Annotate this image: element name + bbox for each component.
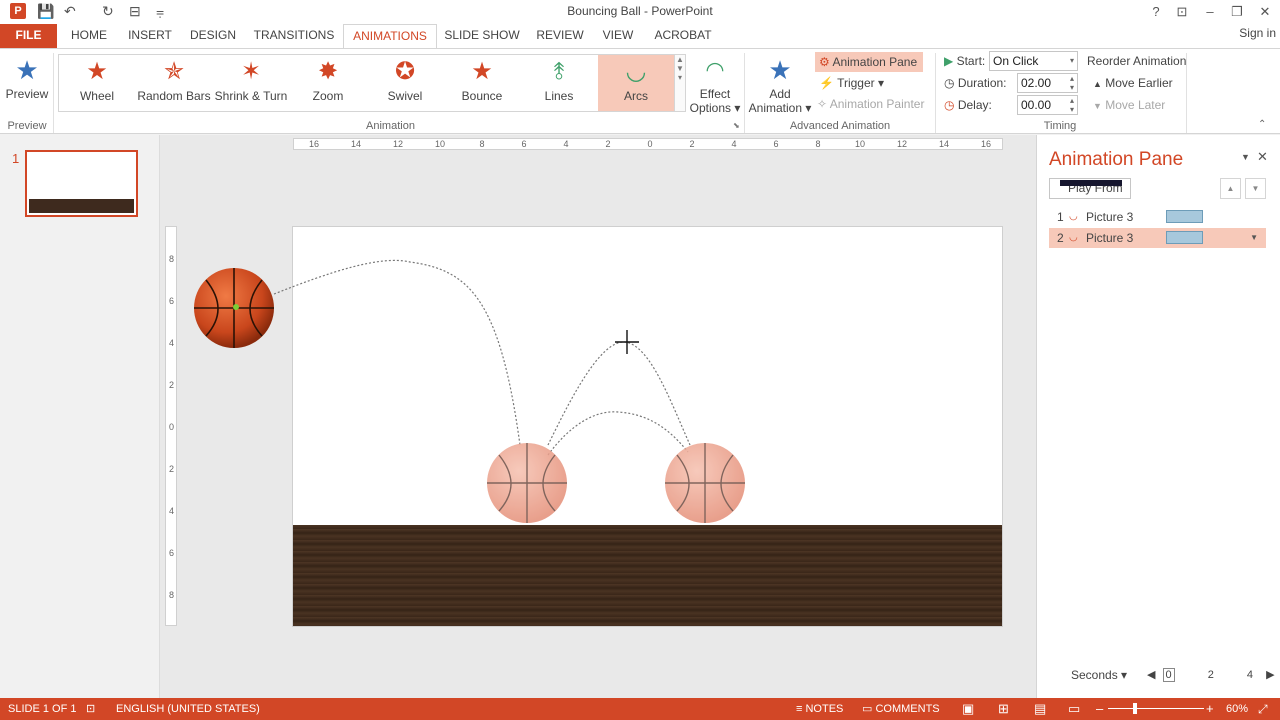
- item-number: 1: [1057, 210, 1064, 224]
- motion-path-2[interactable]: [547, 341, 691, 446]
- notes-icon: ≡: [796, 703, 803, 715]
- triangle-down-icon: ▼: [1093, 101, 1102, 111]
- notes-label: NOTES: [805, 703, 844, 715]
- comments-icon: ▭: [862, 703, 873, 715]
- play-from-overlay-bar: [1060, 180, 1122, 186]
- pane-options-chevron-icon[interactable]: ▼: [1241, 152, 1250, 162]
- motion-path-1[interactable]: [273, 259, 521, 446]
- move-up-button[interactable]: ▲: [1220, 178, 1241, 199]
- arc-path-icon: ◡: [1069, 211, 1078, 222]
- move-earlier-button[interactable]: ▲ Move Earlier: [1093, 73, 1173, 93]
- move-later-label: Move Later: [1105, 98, 1166, 112]
- slide-sorter-icon[interactable]: ⊞: [998, 698, 1009, 720]
- reading-view-icon[interactable]: ▤: [1034, 698, 1046, 720]
- timeline-tick: 2: [1207, 669, 1214, 681]
- move-later-button[interactable]: ▼ Move Later: [1093, 95, 1165, 115]
- timing-bar[interactable]: [1166, 210, 1203, 223]
- timeline-scale[interactable]: ◀ 0 2 4 ▶: [1147, 668, 1275, 682]
- timeline-tick: 4: [1246, 669, 1254, 681]
- crosshair-cursor-icon: [615, 330, 639, 354]
- scroll-left-icon[interactable]: ◀: [1147, 669, 1155, 681]
- close-button[interactable]: ✕: [1251, 2, 1279, 22]
- slide-indicator: SLIDE 1 OF 1: [8, 703, 77, 715]
- spell-check-icon[interactable]: ⊡: [86, 698, 95, 720]
- motion-path-overlay: [194, 259, 745, 523]
- animation-pane-title: Animation Pane: [1049, 149, 1184, 170]
- chevron-down-icon[interactable]: ▼: [1250, 228, 1258, 248]
- scroll-right-icon[interactable]: ▶: [1266, 669, 1274, 681]
- animation-list-item[interactable]: 1 ◡ Picture 3: [1049, 207, 1266, 227]
- timeline-tick: 0: [1162, 668, 1175, 682]
- minimize-button[interactable]: –: [1196, 2, 1224, 22]
- move-earlier-label: Move Earlier: [1105, 76, 1173, 90]
- notes-button[interactable]: ≡ NOTES: [796, 698, 843, 720]
- zoom-out-icon[interactable]: –: [1096, 698, 1103, 720]
- ribbon-display-options-button[interactable]: ⊡: [1168, 2, 1196, 22]
- close-pane-icon[interactable]: ✕: [1257, 149, 1268, 165]
- triangle-up-icon: ▲: [1093, 79, 1102, 89]
- normal-view-icon[interactable]: ▣: [962, 698, 974, 720]
- play-from-button[interactable]: Play From: [1049, 178, 1131, 199]
- zoom-in-icon[interactable]: +: [1206, 698, 1214, 720]
- arc-path-icon: ◡: [1069, 232, 1078, 243]
- timing-bar[interactable]: [1166, 231, 1203, 244]
- item-name: Picture 3: [1086, 231, 1134, 245]
- zoom-slider-thumb[interactable]: [1133, 703, 1137, 714]
- item-name: Picture 3: [1086, 210, 1134, 224]
- item-number: 2: [1057, 231, 1064, 245]
- sign-in-link[interactable]: Sign in: [1239, 26, 1276, 40]
- animation-list-item-selected[interactable]: 2 ◡ Picture 3 ▼: [1049, 228, 1266, 248]
- help-button[interactable]: ?: [1142, 2, 1170, 22]
- slideshow-view-icon[interactable]: ▭: [1068, 698, 1080, 720]
- motion-path-2-preview: [547, 411, 689, 456]
- comments-button[interactable]: ▭ COMMENTS: [862, 698, 940, 720]
- basketball-ghost-end-1: [487, 443, 567, 523]
- language-indicator[interactable]: ENGLISH (UNITED STATES): [116, 698, 260, 720]
- zoom-slider[interactable]: [1108, 708, 1204, 709]
- spinner-arrows-icon: ▴ ▾: [1069, 74, 1074, 92]
- basketball-ghost-end-2: [665, 443, 745, 523]
- comments-label: COMMENTS: [875, 703, 940, 715]
- basketball-picture[interactable]: [194, 268, 274, 348]
- restore-button[interactable]: ❐: [1223, 2, 1251, 22]
- fit-to-window-icon[interactable]: ⤢: [1258, 698, 1268, 720]
- reorder-animation-title: Reorder Animation: [1087, 54, 1187, 68]
- group-divider: [1186, 53, 1187, 133]
- status-bar: SLIDE 1 OF 1 ⊡ ENGLISH (UNITED STATES) ≡…: [0, 698, 1280, 720]
- zoom-level[interactable]: 60%: [1226, 698, 1248, 720]
- seconds-dropdown[interactable]: Seconds ▾: [1071, 668, 1127, 682]
- animation-pane: Animation Pane ▼ ✕ Play From ▲ ▼ 1 ◡ Pic…: [1036, 135, 1280, 698]
- move-down-button[interactable]: ▼: [1245, 178, 1266, 199]
- collapse-ribbon-icon[interactable]: ⌃: [1258, 119, 1266, 130]
- chevron-down-icon: ▾: [1069, 56, 1074, 65]
- spinner-arrows-icon: ▴ ▾: [1069, 96, 1074, 114]
